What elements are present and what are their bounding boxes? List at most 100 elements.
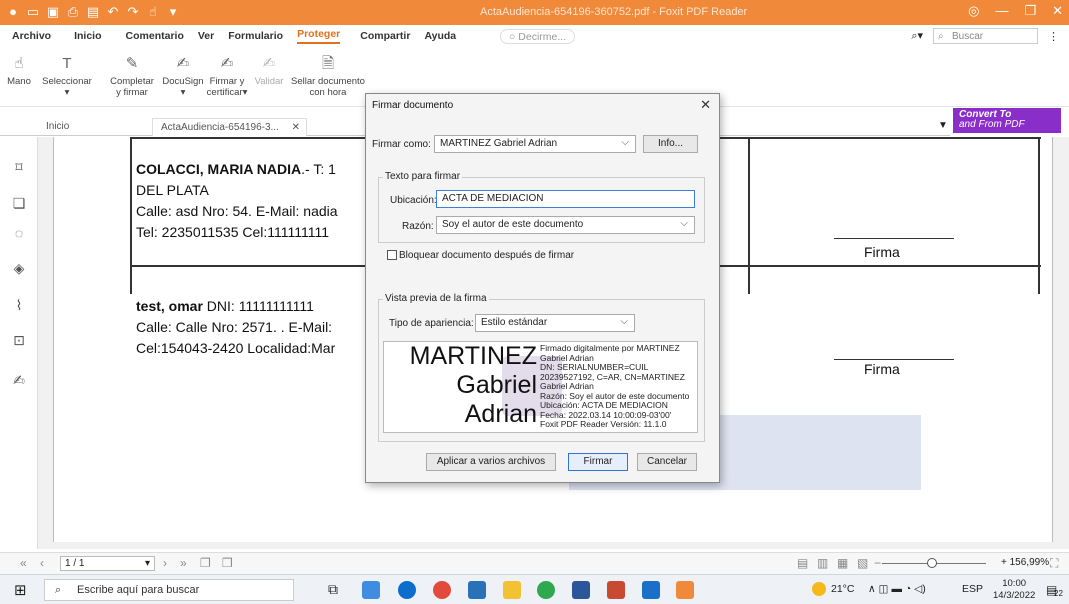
task-view-icon[interactable]: ⧉ [328,581,338,598]
zoom-level[interactable]: + 156,99% [1001,557,1049,568]
sign-as-select[interactable]: MARTINEZ Gabriel Adrian ⌵ [434,135,636,153]
timestamp-button[interactable]: 🗎 Sellar documento con hora [288,55,368,98]
first-page-icon[interactable]: « [20,556,27,570]
party-1-line-4: Tel: 2235011535 Cel:111111111 [136,224,330,240]
paste-icon[interactable]: ❒ [222,556,233,570]
restore-icon[interactable]: ❐ [1024,3,1036,19]
location-input[interactable]: ACTA DE MEDIACION [436,190,695,208]
sign-button[interactable]: Firmar [568,453,628,471]
select-tool-button[interactable]: T Seleccionar ▾ [34,55,100,98]
copy-icon[interactable]: ❐ [200,556,211,570]
word-icon[interactable] [572,581,590,599]
dialog-title: Firmar documento [372,100,454,111]
prev-page-icon[interactable]: ‹ [40,556,44,570]
notification-badge: 22 [1054,589,1063,598]
clock[interactable]: 10:00 14/3/2022 [993,578,1035,602]
taskbar-search[interactable]: ⌕ Escribe aquí para buscar [44,579,294,601]
validate-icon: ✍ [262,55,276,72]
signature-panel-icon[interactable]: ✍ [11,372,27,388]
appearance-type-select[interactable]: Estilo estándar ⌵ [475,314,635,332]
app-icon-1[interactable] [362,581,380,599]
reason-select[interactable]: Soy el autor de este documento ⌵ [436,216,695,234]
attachments-icon[interactable]: ⌇ [11,297,27,313]
customize-chevron-icon[interactable]: ▾ [166,4,180,20]
weather-sun-icon [812,582,826,596]
docusign-button[interactable]: ✍ DocuSign ▾ [158,55,208,98]
security-icon[interactable]: ⊡ [11,332,27,348]
validate-button[interactable]: ✍ Validar [251,55,287,87]
apply-multiple-button[interactable]: Aplicar a varios archivos [426,453,556,471]
foxit-logo-icon: ● [9,4,17,19]
convert-banner[interactable]: Convert To and From PDF [953,108,1061,133]
close-icon[interactable]: ✕ [1052,3,1063,19]
search-input[interactable]: ⌕ Buscar [933,28,1038,44]
continuous-icon[interactable]: ▥ [817,556,828,570]
account-icon[interactable]: ◎ [968,3,979,19]
edge-icon[interactable] [398,581,416,599]
chevron-down-icon: ⌵ [620,316,628,327]
zoom-out-icon[interactable]: − [874,556,881,570]
title-bar: ● ▭ ▣ ⎙ ▤ ↶ ↷ ☝ ▾ ActaAudiencia-654196-3… [0,0,1069,25]
chrome-icon[interactable] [433,581,451,599]
new-icon[interactable]: ▤ [86,4,100,20]
tab-inicio[interactable]: Inicio [38,118,150,136]
tray-icons[interactable]: ∧ ◫ ▬ ◔ ◁) [868,583,926,595]
save-icon[interactable]: ▣ [46,4,60,20]
bookmark-icon[interactable]: ⌑ [11,159,27,175]
file-explorer-icon[interactable] [503,581,521,599]
menu-proteger[interactable]: Proteger [297,28,341,44]
calculator-icon[interactable] [468,581,486,599]
page-number-input[interactable]: 1 / 1 ▾ [60,556,155,571]
hand-quick-icon[interactable]: ☝ [146,4,160,20]
whatsapp-icon[interactable] [537,581,555,599]
single-page-icon[interactable]: ▤ [797,556,808,570]
weather-temp[interactable]: 21°C [831,583,854,595]
dialog-close-icon[interactable]: ✕ [700,97,711,113]
lock-document-checkbox[interactable] [387,250,397,260]
powerpoint-icon[interactable] [607,581,625,599]
page-nav-bar: « ‹ 1 / 1 ▾ › » ❐ ❒ ▤ ▥ ▦ ▧ − + 156,99% ⛶ [0,552,1069,574]
input-language[interactable]: ESP [962,583,983,595]
facing-icon[interactable]: ▦ [837,556,848,570]
menu-compartir[interactable]: Compartir [360,30,410,42]
fill-sign-button[interactable]: ✎ Completar y firmar [104,55,160,98]
minimize-icon[interactable]: — [995,3,1008,19]
menu-archivo[interactable]: Archivo [12,30,51,42]
next-page-icon[interactable]: › [163,556,167,570]
tell-me-box[interactable]: ○ Decirme... [500,29,576,44]
pages-icon[interactable]: ❏ [11,195,27,211]
more-options-icon[interactable]: ⋮ [1048,30,1059,43]
tab-close-icon[interactable]: ✕ [292,122,300,133]
fullscreen-icon[interactable]: ⛶ [1050,556,1058,571]
menu-ayuda[interactable]: Ayuda [424,30,456,42]
cover-icon[interactable]: ▧ [857,556,868,570]
redo-icon[interactable]: ↷ [126,4,140,20]
menu-inicio[interactable]: Inicio [74,30,101,42]
last-page-icon[interactable]: » [180,556,187,570]
search-options-icon[interactable]: ⌕▾ [911,29,923,43]
cancel-button[interactable]: Cancelar [637,453,697,471]
menu-ver[interactable]: Ver [198,30,214,42]
windows-start-icon[interactable]: ⊞ [14,581,27,599]
info-button[interactable]: Info... [643,135,698,153]
party-1-line-3: Calle: asd Nro: 54. E-Mail: nadia [136,203,338,219]
select-chevron-icon: ▾ [64,87,70,98]
hand-tool-button[interactable]: ☝ Mano [4,55,34,87]
layers-icon[interactable]: ◈ [11,260,27,276]
comments-icon[interactable]: ◌ [11,225,27,241]
text-select-icon: T [62,55,72,72]
open-icon[interactable]: ▭ [26,4,40,20]
party-1-line-1: COLACCI, MARIA NADIA.- T: 1 [136,161,336,177]
menu-comentario[interactable]: Comentario [126,30,184,42]
photos-icon[interactable] [642,581,660,599]
tab-list-chevron-icon[interactable]: ▼ [938,120,948,131]
print-icon[interactable]: ⎙ [66,4,80,20]
menu-formulario[interactable]: Formulario [228,30,283,42]
undo-icon[interactable]: ↶ [106,4,120,20]
party-2-line-1: test, omar DNI: 11111111111 [136,298,314,314]
sign-document-dialog: Firmar documento ✕ Firmar como: MARTINEZ… [365,93,720,483]
foxit-taskbar-icon[interactable] [676,581,694,599]
sign-certify-button[interactable]: ✍ Firmar y certificar▾ [203,55,251,98]
tab-document[interactable]: ActaAudiencia-654196-3... ✕ [152,118,307,136]
zoom-slider-knob[interactable] [927,558,937,568]
